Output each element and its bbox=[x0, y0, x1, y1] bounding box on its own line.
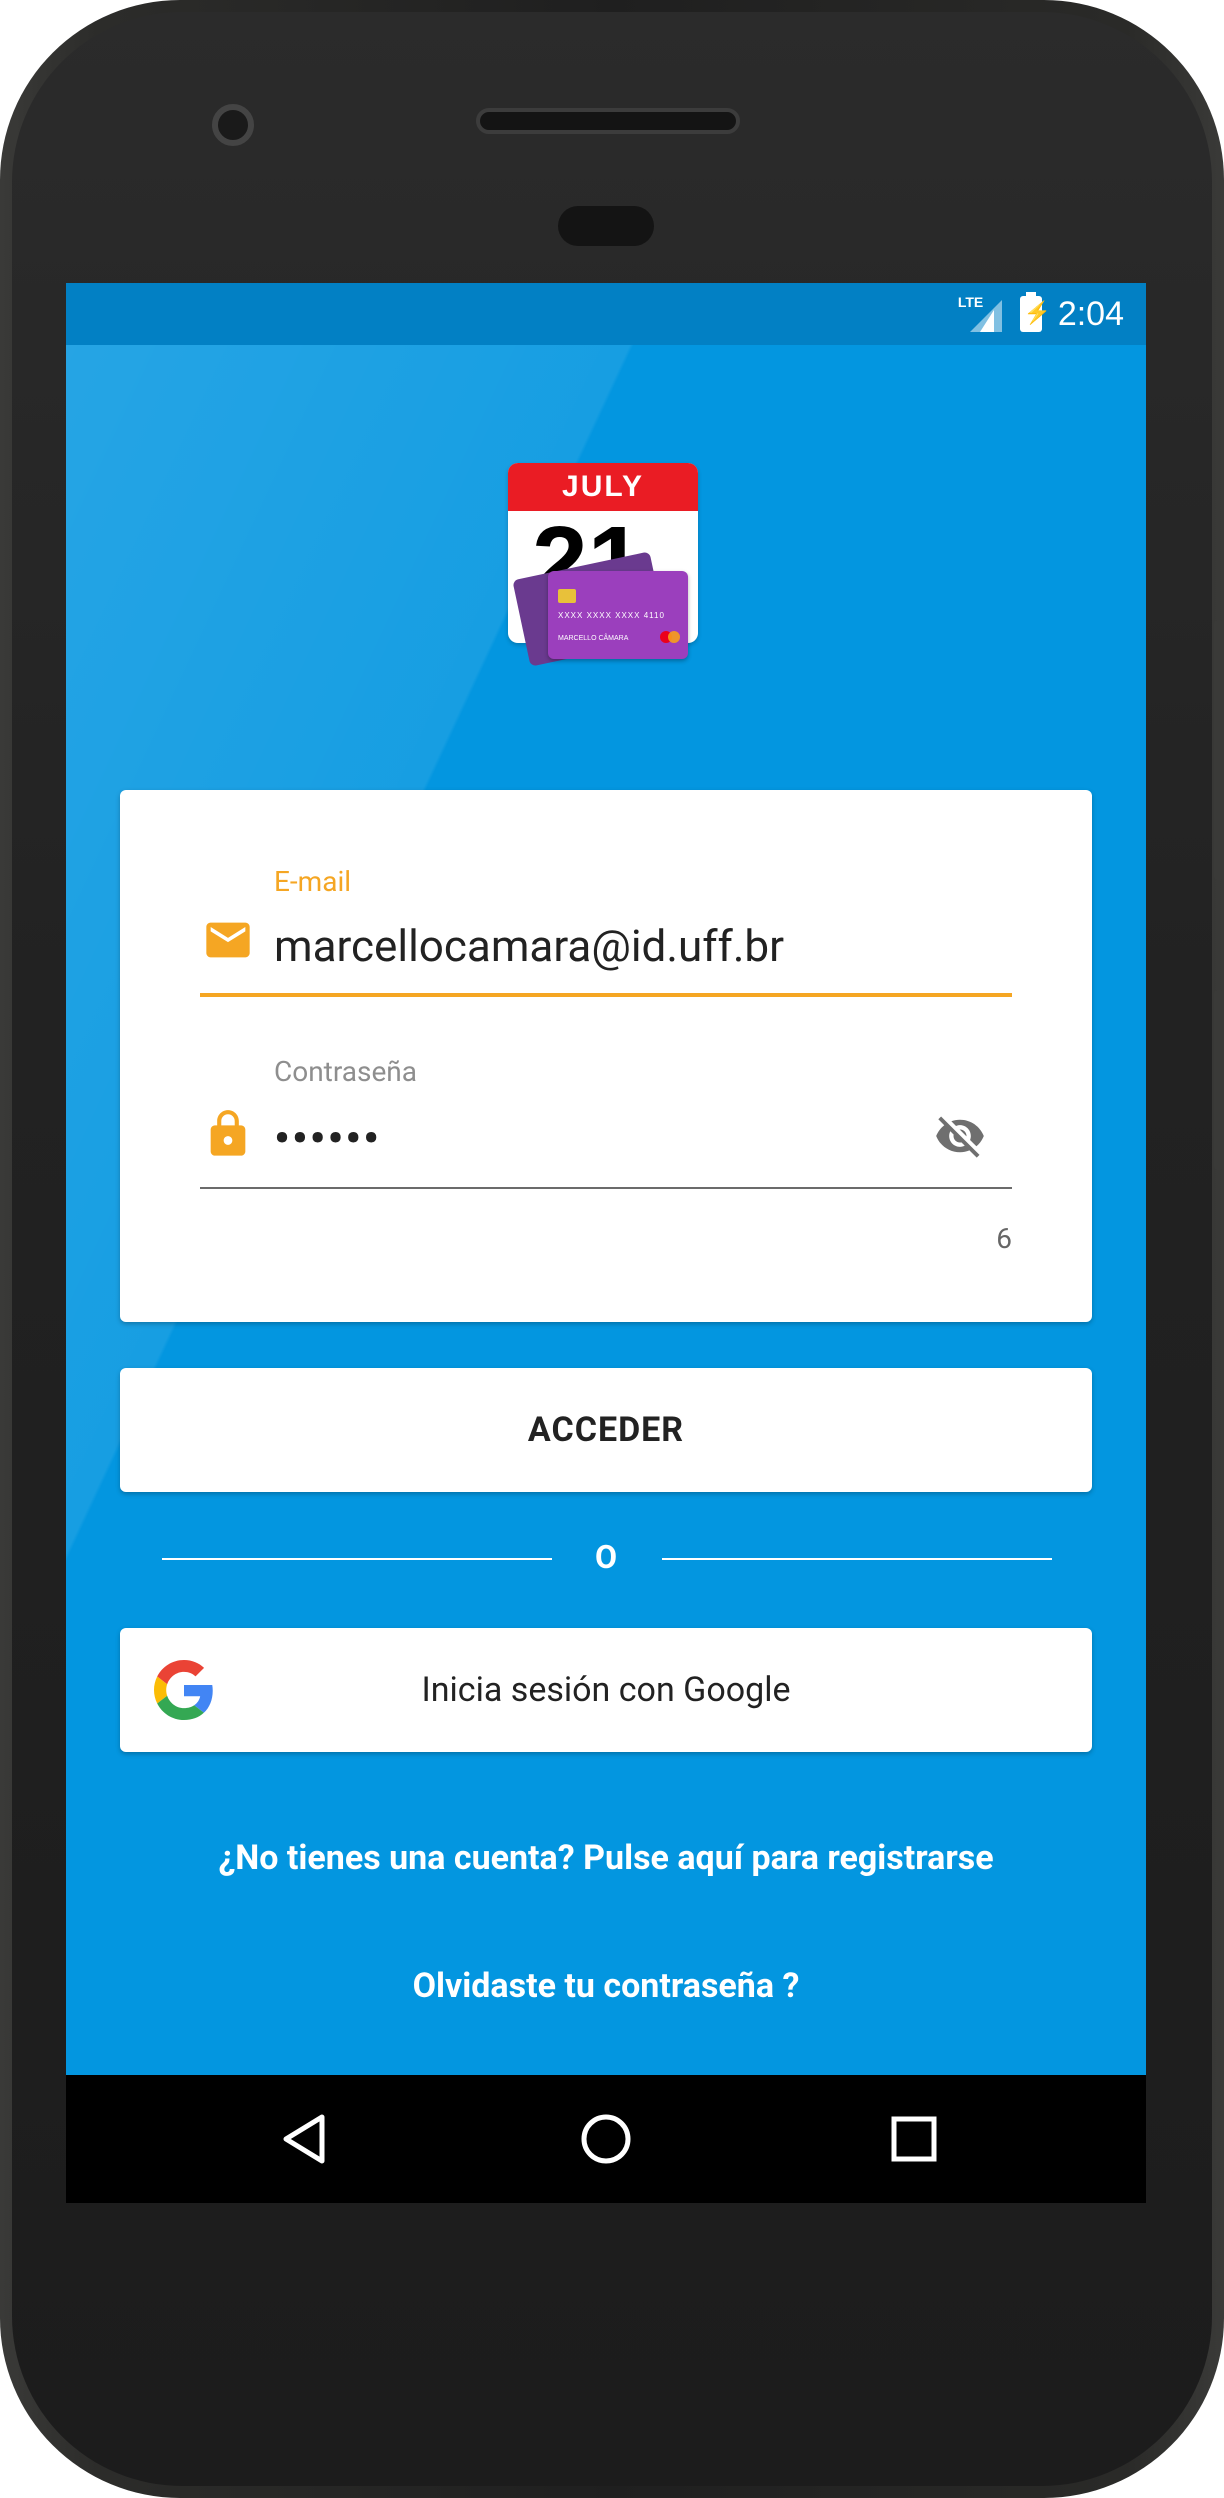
login-button-label: ACCEDER bbox=[527, 1410, 685, 1450]
password-label: Contraseña bbox=[274, 1055, 417, 1088]
mail-icon bbox=[206, 922, 250, 958]
card-chip bbox=[558, 589, 576, 603]
credit-card-icon: XXXX XXXX XXXX 4110 MARCELLO CÂMARA bbox=[548, 571, 688, 659]
login-form-card: E-mail marcellocamara@id.uff.br Contrase… bbox=[120, 790, 1092, 1322]
register-link[interactable]: ¿No tienes una cuenta? Pulse aquí para r… bbox=[66, 1838, 1146, 1878]
home-icon[interactable] bbox=[576, 2109, 636, 2169]
app-logo: JULY 21 XXXX XXXX XXXX 4110 MARCELLO CÂM… bbox=[508, 463, 704, 667]
status-time: 2:04 bbox=[1057, 294, 1124, 333]
calendar-month: JULY bbox=[508, 463, 698, 511]
volume-button bbox=[1214, 620, 1224, 880]
status-icons: LTE ⚡ 2:04 bbox=[958, 292, 1124, 335]
back-icon[interactable] bbox=[276, 2109, 336, 2169]
divider-line-right bbox=[662, 1558, 1052, 1560]
login-button[interactable]: ACCEDER bbox=[120, 1368, 1092, 1492]
recents-icon[interactable] bbox=[884, 2109, 944, 2169]
phone-frame: LTE ⚡ 2:04 JULY 21 XXXX XXXX XXXX 4110 M… bbox=[0, 0, 1224, 2498]
mastercard-logo bbox=[660, 631, 680, 643]
email-field-underline bbox=[200, 993, 1012, 997]
card-number: XXXX XXXX XXXX 4110 bbox=[558, 611, 665, 620]
google-button-label: Inicia sesión con Google bbox=[421, 1670, 791, 1710]
divider-line-left bbox=[162, 1558, 552, 1560]
proximity-sensor bbox=[558, 206, 654, 246]
password-field[interactable]: •••••• bbox=[274, 1112, 381, 1164]
email-field[interactable]: marcellocamara@id.uff.br bbox=[274, 920, 784, 972]
forgot-password-link[interactable]: Olvidaste tu contraseña ? bbox=[66, 1966, 1146, 2006]
divider-text: O bbox=[594, 1538, 618, 1576]
signal-icon: LTE bbox=[958, 294, 1004, 334]
google-signin-button[interactable]: Inicia sesión con Google bbox=[120, 1628, 1092, 1752]
earpiece-speaker bbox=[476, 108, 740, 134]
battery-charging-icon: ⚡ bbox=[1019, 292, 1051, 332]
app-screen: LTE ⚡ 2:04 JULY 21 XXXX XXXX XXXX 4110 M… bbox=[66, 283, 1146, 2203]
email-label: E-mail bbox=[274, 865, 352, 898]
eye-off-icon[interactable] bbox=[930, 1110, 990, 1162]
status-bar: LTE ⚡ 2:04 bbox=[66, 283, 1146, 345]
password-char-counter: 6 bbox=[996, 1222, 1012, 1255]
navigation-bar bbox=[66, 2075, 1146, 2203]
power-button bbox=[1214, 990, 1224, 1170]
front-camera bbox=[212, 104, 254, 146]
lock-icon bbox=[210, 1110, 246, 1156]
card-holder: MARCELLO CÂMARA bbox=[558, 635, 629, 642]
password-field-underline bbox=[200, 1187, 1012, 1189]
google-g-icon bbox=[154, 1660, 213, 1720]
